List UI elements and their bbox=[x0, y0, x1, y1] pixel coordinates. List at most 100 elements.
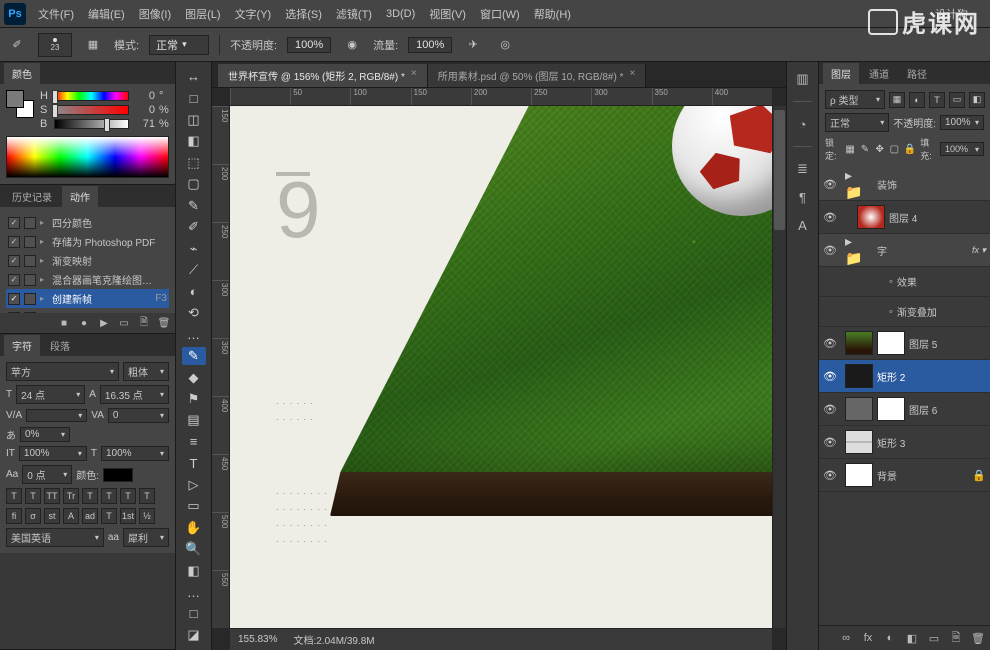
tracking-dropdown[interactable]: 0 bbox=[108, 408, 169, 423]
type-style-7[interactable]: T bbox=[139, 488, 155, 504]
tool-4[interactable]: ⬚ bbox=[182, 154, 206, 171]
tool-8[interactable]: ⌁ bbox=[182, 240, 206, 257]
tool-5[interactable]: ▢ bbox=[182, 175, 206, 192]
action-row[interactable]: ✓▸渐变映射 bbox=[6, 251, 169, 270]
opentype-1[interactable]: σ bbox=[25, 508, 41, 524]
fg-bg-swatch[interactable] bbox=[6, 90, 34, 118]
menu-filter[interactable]: 滤镜(T) bbox=[330, 2, 378, 26]
strip-icon-2[interactable]: ≣ bbox=[794, 160, 812, 178]
layer-row[interactable]: ◦渐变叠加 bbox=[819, 297, 990, 327]
strip-icon-4[interactable]: A bbox=[794, 216, 812, 234]
tool-26[interactable]: ◪ bbox=[182, 627, 206, 644]
type-style-0[interactable]: T bbox=[6, 488, 22, 504]
type-style-1[interactable]: T bbox=[25, 488, 41, 504]
menu-view[interactable]: 视图(V) bbox=[423, 2, 472, 26]
visibility-icon[interactable]: 👁 bbox=[823, 177, 837, 191]
tool-preset-icon[interactable]: ✐ bbox=[6, 34, 28, 56]
action-row[interactable]: ✓▸创建新帧F3 bbox=[6, 289, 169, 308]
new-set-icon[interactable]: ▭ bbox=[117, 316, 131, 330]
visibility-icon[interactable] bbox=[823, 305, 837, 319]
tool-21[interactable]: ✋ bbox=[182, 519, 206, 536]
opentype-4[interactable]: ad bbox=[82, 508, 98, 524]
filter-type-icon[interactable]: T bbox=[929, 92, 945, 108]
menu-select[interactable]: 选择(S) bbox=[279, 2, 328, 26]
tab-character[interactable]: 字符 bbox=[4, 335, 40, 356]
hue-slider[interactable] bbox=[54, 91, 129, 101]
text-color-chip[interactable] bbox=[103, 468, 133, 482]
tool-19[interactable]: ▷ bbox=[182, 476, 206, 493]
tool-25[interactable]: □ bbox=[182, 605, 206, 622]
filter-adjust-icon[interactable]: ◐ bbox=[909, 92, 925, 108]
color-spectrum[interactable] bbox=[6, 136, 169, 178]
visibility-icon[interactable]: 👁 bbox=[823, 402, 837, 416]
sat-slider[interactable] bbox=[54, 105, 129, 115]
tool-11[interactable]: ⟲ bbox=[182, 304, 206, 321]
lock-move-icon[interactable]: ✥ bbox=[874, 142, 885, 156]
action-row[interactable]: ✓▸存储为 Photoshop PDF bbox=[6, 232, 169, 251]
ruler-vertical[interactable]: 150200250300350400450500550 bbox=[212, 106, 230, 628]
tool-17[interactable]: ≡ bbox=[182, 433, 206, 450]
type-style-2[interactable]: TT bbox=[44, 488, 60, 504]
strip-icon-0[interactable]: ▥ bbox=[794, 70, 812, 88]
layer-blend-dropdown[interactable]: 正常 bbox=[825, 113, 889, 132]
tab-color[interactable]: 颜色 bbox=[4, 63, 40, 84]
type-style-5[interactable]: T bbox=[101, 488, 117, 504]
tab-history[interactable]: 历史记录 bbox=[4, 186, 60, 207]
visibility-icon[interactable]: 👁 bbox=[823, 435, 837, 449]
type-style-4[interactable]: T bbox=[82, 488, 98, 504]
hscale-input[interactable]: 100% bbox=[101, 446, 169, 461]
vscale-input[interactable]: 100% bbox=[19, 446, 87, 461]
layer-row[interactable]: 👁图层 5 bbox=[819, 327, 990, 360]
layer-row[interactable]: 👁背景🔒 bbox=[819, 459, 990, 492]
workspace-label[interactable]: 设计狗 bbox=[935, 6, 968, 22]
opacity-input[interactable]: 100% bbox=[287, 37, 331, 53]
tool-6[interactable]: ✎ bbox=[182, 197, 206, 214]
filter-shape-icon[interactable]: ▭ bbox=[949, 92, 965, 108]
menu-image[interactable]: 图像(I) bbox=[133, 2, 177, 26]
strip-icon-1[interactable]: ◔ bbox=[794, 115, 812, 133]
aa-dropdown[interactable]: 犀利 bbox=[123, 528, 169, 547]
layer-row[interactable]: 👁▸ 📁字fx ▾ bbox=[819, 234, 990, 267]
lock-transparent-icon[interactable]: ▦ bbox=[845, 142, 856, 156]
tool-18[interactable]: T bbox=[182, 455, 206, 472]
layer-row[interactable]: 👁图层 4 bbox=[819, 201, 990, 234]
tab-paragraph[interactable]: 段落 bbox=[42, 335, 78, 356]
opentype-6[interactable]: 1st bbox=[120, 508, 136, 524]
opentype-3[interactable]: A bbox=[63, 508, 79, 524]
new-action-icon[interactable]: 🗎 bbox=[137, 316, 151, 330]
opentype-0[interactable]: fi bbox=[6, 508, 22, 524]
blend-mode-dropdown[interactable]: 正常 bbox=[149, 35, 209, 55]
brush-preview[interactable]: 23 bbox=[38, 33, 72, 57]
flow-input[interactable]: 100% bbox=[408, 37, 452, 53]
layer-row[interactable]: 👁矩形 3 bbox=[819, 426, 990, 459]
leading-dropdown[interactable]: 16.35 点 bbox=[100, 385, 169, 404]
document-tab[interactable]: 所用素材.psd @ 50% (图层 10, RGB/8#) *× bbox=[428, 64, 647, 87]
visibility-icon[interactable]: 👁 bbox=[823, 468, 837, 482]
action-row[interactable]: ✓▸四分颜色 bbox=[6, 213, 169, 232]
lock-paint-icon[interactable]: ✎ bbox=[860, 142, 871, 156]
layer-row[interactable]: 👁图层 6 bbox=[819, 393, 990, 426]
lang-dropdown[interactable]: 美国英语 bbox=[6, 528, 104, 547]
menu-edit[interactable]: 编辑(E) bbox=[82, 2, 131, 26]
layer-row[interactable]: 👁矩形 2 bbox=[819, 360, 990, 393]
menu-layer[interactable]: 图层(L) bbox=[179, 2, 226, 26]
kerning-dropdown[interactable] bbox=[26, 409, 87, 422]
baseline-input[interactable]: 0 点 bbox=[22, 465, 72, 484]
canvas[interactable]: 50100150200250300350400 1502002503003504… bbox=[212, 88, 786, 650]
type-style-6[interactable]: T bbox=[120, 488, 136, 504]
font-weight-dropdown[interactable]: 粗体 bbox=[123, 362, 169, 381]
opacity-pressure-icon[interactable]: ◉ bbox=[341, 34, 363, 56]
lock-artboard-icon[interactable]: ▢ bbox=[889, 142, 900, 156]
layers-footer-icon-5[interactable]: 🗎 bbox=[948, 630, 964, 646]
opentype-5[interactable]: T bbox=[101, 508, 117, 524]
menu-type[interactable]: 文字(Y) bbox=[229, 2, 278, 26]
tool-16[interactable]: ▤ bbox=[182, 412, 206, 429]
tab-actions[interactable]: 动作 bbox=[62, 186, 98, 207]
tool-14[interactable]: ◆ bbox=[182, 369, 206, 386]
filter-pixel-icon[interactable]: ▦ bbox=[889, 92, 905, 108]
tool-1[interactable]: □ bbox=[182, 89, 206, 106]
strip-icon-3[interactable]: ¶ bbox=[794, 188, 812, 206]
layer-kind-dropdown[interactable]: ρ 类型 bbox=[825, 90, 885, 109]
visibility-icon[interactable] bbox=[823, 275, 837, 289]
tool-2[interactable]: ◫ bbox=[182, 111, 206, 128]
